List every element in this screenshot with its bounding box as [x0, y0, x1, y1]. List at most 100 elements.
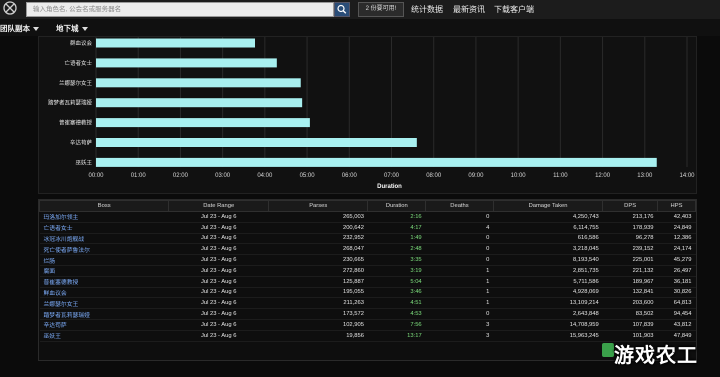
- dungeon-menu[interactable]: 地下城: [56, 23, 88, 34]
- boss-link[interactable]: 腐面: [39, 265, 169, 277]
- nav-download-client[interactable]: 下载客户端: [494, 4, 534, 15]
- compare-button[interactable]: 2 份要可用!: [358, 2, 404, 17]
- table-cell: 0: [425, 233, 494, 245]
- boss-link[interactable]: 踏梦者瓦莉瑟瑞娅: [39, 308, 169, 320]
- y-tick-label: 辛达苟萨: [70, 139, 93, 147]
- duration-chart-panel: 00:00 01:00 02:00 03:00 04:00 05:00 06:00 07:00…: [38, 36, 697, 194]
- table-cell: 5:04: [367, 276, 426, 288]
- boss-link[interactable]: 玛洛加尔领主: [39, 211, 169, 223]
- table-cell: 2,851,735: [493, 265, 603, 277]
- column-header[interactable]: Parses: [267, 200, 369, 212]
- table-cell: 1: [425, 287, 494, 299]
- table-cell: 178,939: [602, 222, 658, 234]
- column-header[interactable]: HPS: [657, 200, 696, 212]
- nav-stats[interactable]: 统计数据: [411, 4, 443, 15]
- boss-link[interactable]: 冰冠冰川炮舰战: [39, 233, 169, 245]
- boss-link[interactable]: 巫妖王: [39, 330, 169, 342]
- table-cell: 14,708,959: [493, 319, 603, 331]
- table-cell: 8,193,540: [493, 254, 603, 266]
- table-cell: Jul 23 - Aug 6: [168, 265, 269, 277]
- column-header[interactable]: Damage Taken: [492, 200, 604, 212]
- x-axis-label: Duration: [377, 184, 402, 190]
- search-icon: [337, 4, 347, 14]
- table-cell: 189,967: [602, 276, 658, 288]
- table-cell: 0: [425, 211, 494, 223]
- table-cell: 83,502: [602, 308, 658, 320]
- search-input[interactable]: 输入角色名, 公会名或服务器名: [26, 2, 334, 17]
- table-cell: 225,001: [602, 254, 658, 266]
- x-tick-label: 06:00: [342, 173, 358, 179]
- column-header[interactable]: Boss: [38, 200, 170, 212]
- table-cell: 232,952: [268, 233, 368, 245]
- table-cell: 4:17: [367, 222, 426, 234]
- table-cell: 2,643,848: [493, 308, 603, 320]
- table-cell: Jul 23 - Aug 6: [168, 330, 269, 342]
- column-header[interactable]: Deaths: [425, 200, 494, 212]
- site-logo-icon[interactable]: [3, 1, 17, 15]
- table-cell: 4:51: [367, 297, 426, 310]
- table-cell: Jul 23 - Aug 6: [168, 233, 269, 245]
- table-cell: 3:19: [367, 265, 426, 277]
- table-row[interactable]: 死亡使者萨鲁法尔 Jul 23 - Aug 6 268,047 2:48 0 3,218,…: [39, 243, 696, 256]
- x-tick-label: 10:00: [511, 173, 527, 179]
- table-row[interactable]: 烂肠 Jul 23 - Aug 6 230,665 3:35 0 8,193,540 225…: [39, 254, 696, 266]
- table-cell: 5,711,586: [493, 276, 603, 288]
- table-cell: 0: [425, 254, 494, 266]
- column-header[interactable]: Date Range: [168, 200, 269, 212]
- column-header[interactable]: DPS: [602, 200, 659, 212]
- chevron-down-icon: [81, 27, 88, 32]
- table-cell: 239,152: [602, 243, 658, 256]
- table-row[interactable]: 鲜血议会 Jul 23 - Aug 6 195,055 3:46 1 4,928,069 1…: [39, 287, 696, 299]
- table-cell: 6,114,755: [493, 222, 603, 234]
- table-cell: 2:16: [367, 211, 426, 223]
- table-row[interactable]: 腐面 Jul 23 - Aug 6 272,860 3:19 1 2,851,735 221…: [39, 265, 696, 277]
- raid-menu[interactable]: 团队副本: [0, 23, 39, 34]
- table-cell: 26,497: [657, 265, 696, 277]
- table-cell: 15,963,245: [493, 330, 603, 342]
- search-button[interactable]: [334, 2, 350, 17]
- table-cell: Jul 23 - Aug 6: [168, 297, 269, 310]
- table-cell: 42,403: [657, 211, 696, 223]
- table-cell: 230,665: [268, 254, 368, 266]
- table-row[interactable]: 亡语者女士 Jul 23 - Aug 6 200,642 4:17 4 6,114,755…: [39, 222, 696, 234]
- table-cell: 45,279: [657, 254, 696, 266]
- bar: [96, 78, 301, 88]
- boss-link[interactable]: 辛达苟萨: [39, 319, 169, 331]
- table-cell: 125,887: [268, 276, 368, 288]
- y-tick-label: 兰娜瑟尔女王: [59, 79, 93, 87]
- boss-link[interactable]: 兰娜瑟尔女王: [39, 297, 169, 310]
- table-cell: 221,132: [602, 265, 658, 277]
- boss-link[interactable]: 死亡使者萨鲁法尔: [39, 243, 169, 256]
- boss-link[interactable]: 普崔塞德教授: [39, 276, 169, 288]
- column-header[interactable]: Duration: [367, 200, 427, 212]
- table-row[interactable]: 兰娜瑟尔女王 Jul 23 - Aug 6 211,263 4:51 1 13,109,2…: [39, 297, 696, 310]
- y-tick-label: 踏梦者瓦莉瑟瑞娅: [48, 99, 93, 107]
- table-cell: Jul 23 - Aug 6: [168, 319, 269, 331]
- table-cell: 3,218,045: [493, 243, 603, 256]
- table-cell: 616,586: [493, 233, 603, 245]
- table-cell: 4: [425, 222, 494, 234]
- table-cell: 4,928,069: [493, 287, 603, 299]
- table-cell: 200,642: [268, 222, 368, 234]
- nav-news[interactable]: 最新资讯: [453, 4, 485, 15]
- boss-link[interactable]: 亡语者女士: [39, 222, 169, 234]
- table-row[interactable]: 巫妖王 Jul 23 - Aug 6 19,856 13:17 3 15,963,245 1…: [39, 330, 696, 342]
- table-row[interactable]: 踏梦者瓦莉瑟瑞娅 Jul 23 - Aug 6 173,572 4:53 0 2,643,…: [39, 308, 696, 320]
- table-row[interactable]: 普崔塞德教授 Jul 23 - Aug 6 125,887 5:04 1 5,711,58…: [39, 276, 696, 288]
- table-cell: 7:56: [367, 319, 426, 331]
- table-cell: 30,826: [657, 287, 696, 299]
- x-tick-label: 04:00: [257, 173, 273, 179]
- boss-link[interactable]: 烂肠: [39, 254, 169, 266]
- x-tick-label: 12:00: [595, 173, 611, 179]
- table-row[interactable]: 冰冠冰川炮舰战 Jul 23 - Aug 6 232,952 1:49 0 616,586…: [39, 233, 696, 245]
- table-cell: Jul 23 - Aug 6: [168, 211, 269, 223]
- table-cell: 43,812: [657, 319, 696, 331]
- boss-table-panel: Boss Date Range Parses Duration Deaths Damage…: [38, 199, 697, 361]
- bar: [96, 157, 657, 167]
- table-row[interactable]: 玛洛加尔领主 Jul 23 - Aug 6 265,003 2:16 0 4,250,74…: [39, 211, 696, 223]
- duration-chart: 00:00 01:00 02:00 03:00 04:00 05:00 06:00 07:00…: [48, 37, 695, 190]
- table-row[interactable]: 辛达苟萨 Jul 23 - Aug 6 102,905 7:56 3 14,708,959…: [39, 319, 696, 331]
- boss-link[interactable]: 鲜血议会: [39, 287, 169, 299]
- table-header-row: Boss Date Range Parses Duration Deaths Damage…: [38, 200, 696, 212]
- table-cell: Jul 23 - Aug 6: [168, 254, 269, 266]
